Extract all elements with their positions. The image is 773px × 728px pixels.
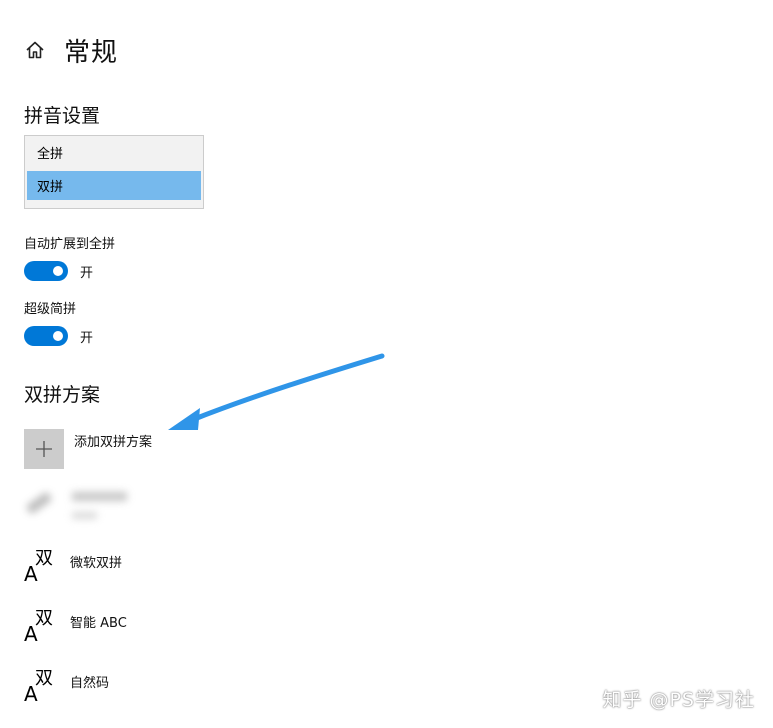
shuangpin-schemes-title: 双拼方案 bbox=[24, 384, 101, 406]
scheme-label: 智能 ABC bbox=[70, 616, 127, 631]
settings-page: 常规 拼音设置 全拼 双拼 自动扩展到全拼 开 超级简拼 开 双拼方案 添加双拼… bbox=[0, 0, 773, 728]
pinyin-mode-listbox[interactable]: 全拼 双拼 bbox=[24, 135, 204, 209]
auto-expand-toggle-row: 开 bbox=[24, 261, 93, 281]
scheme-label: 微软双拼 bbox=[70, 556, 123, 571]
pinyin-settings-title: 拼音设置 bbox=[24, 105, 101, 127]
scheme-item-ziranma[interactable]: 双 A 自然码 bbox=[24, 670, 109, 710]
toggle-knob bbox=[53, 331, 63, 341]
super-jianpin-toggle-row: 开 bbox=[24, 326, 93, 346]
blurred-scheme-item bbox=[22, 486, 142, 532]
plus-icon[interactable] bbox=[24, 429, 64, 469]
listbox-option-shuangpin[interactable]: 双拼 bbox=[27, 171, 201, 200]
scheme-item-microsoft[interactable]: 双 A 微软双拼 bbox=[24, 550, 122, 590]
add-scheme-button[interactable]: 添加双拼方案 bbox=[24, 429, 152, 469]
scheme-label: 自然码 bbox=[70, 676, 110, 691]
language-icon: 双 A bbox=[24, 548, 53, 586]
watermark: 知乎 @PS学习社 bbox=[602, 689, 755, 711]
add-scheme-label: 添加双拼方案 bbox=[74, 435, 153, 450]
auto-expand-label: 自动扩展到全拼 bbox=[24, 237, 116, 252]
listbox-option-quanpin[interactable]: 全拼 bbox=[27, 138, 201, 167]
language-icon: 双 A bbox=[24, 668, 53, 706]
super-jianpin-label: 超级简拼 bbox=[24, 302, 77, 317]
language-icon: 双 A bbox=[24, 608, 53, 646]
header: 常规 bbox=[24, 30, 118, 70]
annotation-arrow-icon bbox=[168, 353, 385, 430]
auto-expand-state: 开 bbox=[80, 265, 94, 281]
pen-icon bbox=[25, 491, 53, 515]
super-jianpin-toggle[interactable] bbox=[24, 326, 68, 346]
home-icon[interactable] bbox=[24, 39, 46, 61]
toggle-knob bbox=[53, 266, 63, 276]
page-title: 常规 bbox=[64, 37, 119, 68]
auto-expand-toggle[interactable] bbox=[24, 261, 68, 281]
scheme-item-abc[interactable]: 双 A 智能 ABC bbox=[24, 610, 127, 650]
super-jianpin-state: 开 bbox=[80, 330, 94, 346]
